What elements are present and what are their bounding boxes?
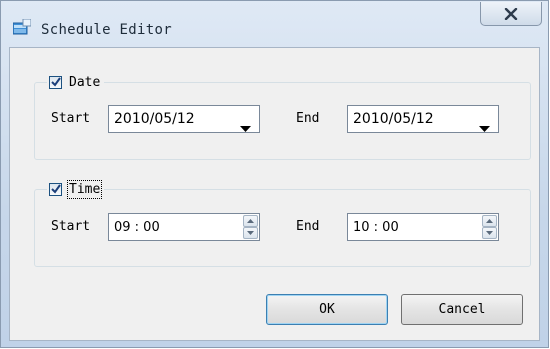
- close-button[interactable]: [480, 2, 542, 26]
- checkmark-icon: [50, 77, 61, 87]
- date-checkbox[interactable]: [49, 75, 62, 89]
- time-end-spinner[interactable]: 10 : 00: [347, 213, 499, 241]
- time-start-spinner[interactable]: 09 : 00: [108, 213, 260, 241]
- time-start-label: Start: [51, 219, 91, 234]
- date-start-dropdown[interactable]: 2010/05/12: [108, 105, 260, 133]
- time-end-increment[interactable]: [482, 215, 497, 227]
- date-group-header: Date: [47, 73, 105, 91]
- checkmark-icon: [50, 184, 61, 194]
- time-start-decrement[interactable]: [243, 227, 258, 239]
- dropdown-arrow-icon: [240, 117, 251, 136]
- spin-down-icon: [247, 231, 254, 235]
- spin-up-icon: [486, 219, 493, 223]
- time-end-value: 10 : 00: [353, 220, 399, 235]
- date-end-value: 2010/05/12: [353, 111, 434, 127]
- date-start-value: 2010/05/12: [114, 111, 195, 127]
- dropdown-arrow-icon: [479, 117, 490, 136]
- app-icon: [12, 18, 32, 35]
- title-bar[interactable]: Schedule Editor: [1, 1, 548, 47]
- time-start-value: 09 : 00: [114, 220, 160, 235]
- time-start-increment[interactable]: [243, 215, 258, 227]
- date-end-dropdown[interactable]: 2010/05/12: [347, 105, 499, 133]
- spin-down-icon: [486, 231, 493, 235]
- date-end-label: End: [296, 111, 320, 126]
- spin-up-icon: [247, 219, 254, 223]
- cancel-button[interactable]: Cancel: [401, 294, 523, 325]
- window-title: Schedule Editor: [41, 22, 172, 38]
- time-end-label: End: [296, 219, 320, 234]
- date-start-label: Start: [51, 111, 91, 126]
- time-group-header: Time: [47, 179, 105, 199]
- schedule-editor-dialog: Schedule Editor Date Start 2010/05/12 En…: [0, 0, 549, 348]
- time-end-decrement[interactable]: [482, 227, 497, 239]
- ok-button[interactable]: OK: [266, 294, 388, 325]
- close-icon: [504, 7, 518, 20]
- time-group-label: Time: [66, 179, 103, 199]
- time-end-spin-buttons: [482, 215, 497, 239]
- time-checkbox[interactable]: [49, 182, 62, 196]
- time-start-spin-buttons: [243, 215, 258, 239]
- date-group-label: Date: [69, 74, 101, 90]
